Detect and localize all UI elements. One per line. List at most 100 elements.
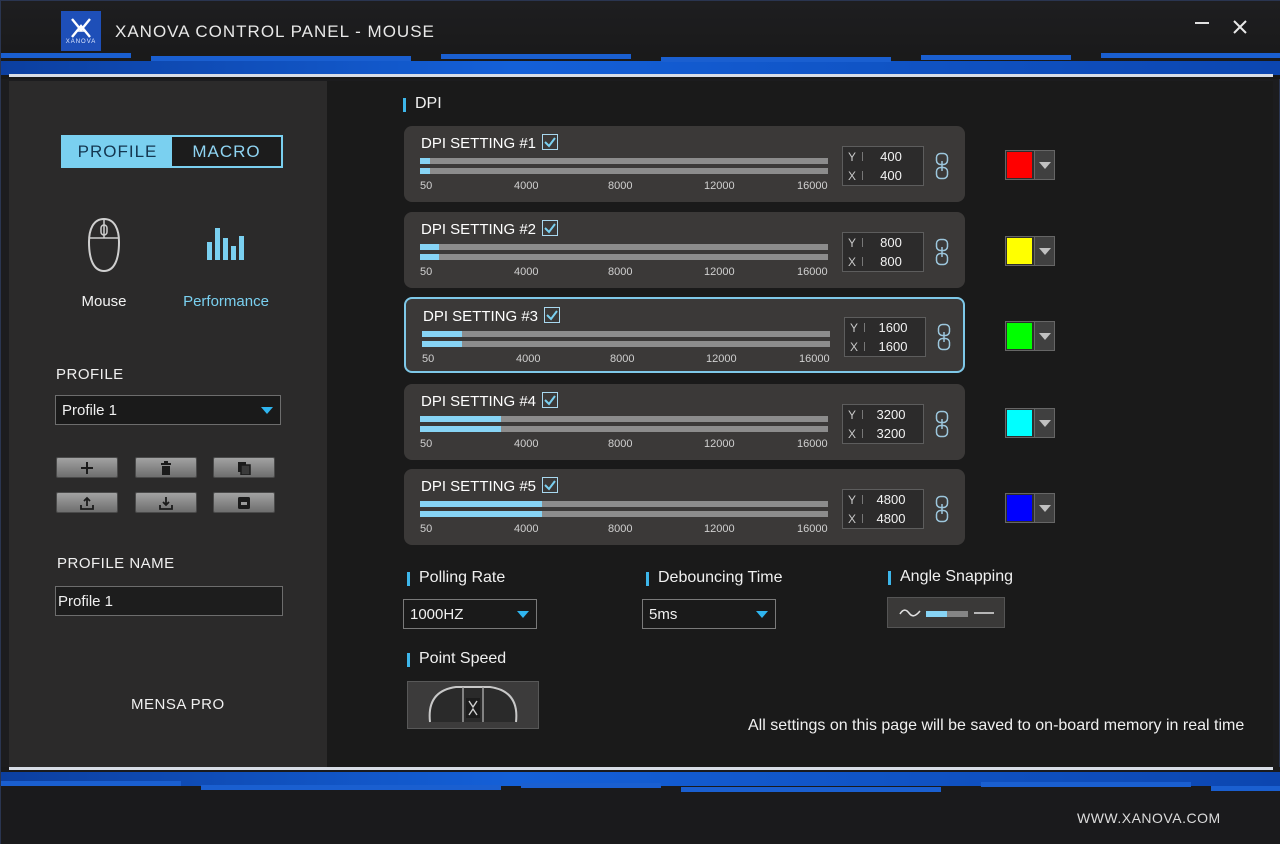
dpi-enable-checkbox[interactable] xyxy=(542,220,558,236)
mode-mouse[interactable]: Mouse xyxy=(49,216,159,310)
save-profile-button[interactable] xyxy=(213,492,275,513)
dpi-x-row[interactable]: X 400 xyxy=(843,166,923,185)
link-xy-icon[interactable] xyxy=(935,410,949,438)
dpi-x-row[interactable]: X 3200 xyxy=(843,424,923,443)
dpi-x-value[interactable]: 400 xyxy=(871,168,911,183)
save-icon xyxy=(238,496,250,509)
dpi-enable-checkbox[interactable] xyxy=(542,134,558,150)
mode-performance[interactable]: Performance xyxy=(171,216,281,310)
mouse-top-icon xyxy=(428,686,518,723)
dpi-enable-checkbox[interactable] xyxy=(542,392,558,408)
link-xy-icon[interactable] xyxy=(935,238,949,266)
dpi-x-row[interactable]: X 4800 xyxy=(843,509,923,528)
point-speed-button[interactable] xyxy=(407,681,539,729)
dpi-y-slider[interactable] xyxy=(420,158,828,164)
link-xy-icon[interactable] xyxy=(937,323,951,351)
dpi-y-value[interactable]: 400 xyxy=(871,149,911,164)
x-axis-label: X xyxy=(848,427,857,441)
dpi-y-value[interactable]: 800 xyxy=(871,235,911,250)
angle-snapping-toggle[interactable] xyxy=(887,597,1005,628)
profile-name-input[interactable] xyxy=(55,586,283,616)
chevron-down-icon xyxy=(1034,494,1054,522)
dpi-x-slider[interactable] xyxy=(420,511,828,517)
chevron-down-icon xyxy=(1034,322,1054,350)
dpi-setting-card[interactable]: DPI SETTING #4 50 4000 8000 12000 16000 Y 3200 X… xyxy=(404,384,965,460)
dpi-y-slider[interactable] xyxy=(422,331,830,337)
chevron-down-icon xyxy=(1034,151,1054,179)
dpi-x-value[interactable]: 1600 xyxy=(873,339,913,354)
dpi-scale-ticks: 50 4000 8000 12000 16000 xyxy=(420,438,836,452)
dpi-y-slider[interactable] xyxy=(420,244,828,250)
debouncing-time-label: Debouncing Time xyxy=(646,569,783,587)
dpi-x-value[interactable]: 800 xyxy=(871,254,911,269)
minimize-button[interactable] xyxy=(1188,13,1216,41)
dpi-enable-checkbox[interactable] xyxy=(542,477,558,493)
dpi-color-picker[interactable] xyxy=(1005,150,1055,180)
dpi-y-row[interactable]: Y 400 xyxy=(843,147,923,166)
dpi-y-slider[interactable] xyxy=(420,501,828,507)
dpi-setting-card[interactable]: DPI SETTING #1 50 4000 8000 12000 16000 Y 400 X 4… xyxy=(404,126,965,202)
close-icon xyxy=(1233,20,1247,34)
dpi-value-box: Y 800 X 800 xyxy=(842,232,924,272)
add-profile-button[interactable] xyxy=(56,457,118,478)
dpi-color-picker[interactable] xyxy=(1005,236,1055,266)
profile-select[interactable]: Profile 1 xyxy=(55,395,281,425)
dpi-tick-label: 4000 xyxy=(514,180,539,192)
dpi-x-row[interactable]: X 800 xyxy=(843,252,923,271)
title-bar: XANOVA XANOVA CONTROL PANEL - MOUSE xyxy=(1,1,1280,79)
dpi-tick-label: 12000 xyxy=(704,180,735,192)
dpi-color-picker[interactable] xyxy=(1005,321,1055,351)
dpi-y-row[interactable]: Y 4800 xyxy=(843,490,923,509)
chevron-down-icon xyxy=(1034,409,1054,437)
dpi-y-slider[interactable] xyxy=(420,416,828,422)
dpi-tick-label: 4000 xyxy=(514,438,539,450)
dpi-tick-label: 12000 xyxy=(704,523,735,535)
debouncing-time-select[interactable]: 5ms xyxy=(642,599,776,629)
dpi-x-slider[interactable] xyxy=(420,426,828,432)
tab-profile[interactable]: PROFILE xyxy=(63,137,172,166)
dpi-x-row[interactable]: X 1600 xyxy=(845,337,925,356)
copy-icon xyxy=(238,461,251,475)
dpi-x-slider[interactable] xyxy=(420,168,828,174)
dpi-tick-label: 12000 xyxy=(704,438,735,450)
export-profile-button[interactable] xyxy=(56,492,118,513)
close-button[interactable] xyxy=(1226,13,1254,41)
dpi-y-row[interactable]: Y 3200 xyxy=(843,405,923,424)
dpi-y-value[interactable]: 1600 xyxy=(873,320,913,335)
link-xy-icon[interactable] xyxy=(935,152,949,180)
website-link[interactable]: WWW.XANOVA.COM xyxy=(1077,810,1221,826)
footer: WWW.XANOVA.COM xyxy=(1,767,1280,844)
debouncing-time-value: 5ms xyxy=(649,605,678,623)
tab-macro[interactable]: MACRO xyxy=(172,137,281,166)
delete-profile-button[interactable] xyxy=(135,457,197,478)
app-title: XANOVA CONTROL PANEL - MOUSE xyxy=(115,22,435,41)
dpi-setting-card[interactable]: DPI SETTING #2 50 4000 8000 12000 16000 Y 800 X 8… xyxy=(404,212,965,288)
dpi-y-value[interactable]: 4800 xyxy=(871,492,911,507)
y-axis-label: Y xyxy=(850,321,859,335)
title-separator xyxy=(9,74,1273,77)
import-profile-button[interactable] xyxy=(135,492,197,513)
dpi-y-row[interactable]: Y 800 xyxy=(843,233,923,252)
dpi-x-value[interactable]: 3200 xyxy=(871,426,911,441)
dpi-color-picker[interactable] xyxy=(1005,493,1055,523)
profile-macro-tabs: PROFILE MACRO xyxy=(61,135,283,168)
polling-rate-value: 1000HZ xyxy=(410,605,464,623)
dpi-tick-label: 50 xyxy=(420,180,433,192)
mode-performance-label: Performance xyxy=(183,293,269,310)
dpi-color-picker[interactable] xyxy=(1005,408,1055,438)
link-xy-icon[interactable] xyxy=(935,495,949,523)
copy-profile-button[interactable] xyxy=(213,457,275,478)
dpi-x-slider[interactable] xyxy=(422,341,830,347)
dpi-tick-label: 4000 xyxy=(516,353,541,365)
dpi-y-value[interactable]: 3200 xyxy=(871,407,911,422)
dpi-x-value[interactable]: 4800 xyxy=(871,511,911,526)
delete-icon xyxy=(161,460,171,475)
dpi-x-slider[interactable] xyxy=(420,254,828,260)
dpi-enable-checkbox[interactable] xyxy=(544,307,560,323)
dpi-setting-card[interactable]: DPI SETTING #3 50 4000 8000 12000 16000 Y 1600 X… xyxy=(404,297,965,373)
polling-rate-select[interactable]: 1000HZ xyxy=(403,599,537,629)
dpi-value-box: Y 400 X 400 xyxy=(842,146,924,186)
dpi-y-row[interactable]: Y 1600 xyxy=(845,318,925,337)
profile-select-value: Profile 1 xyxy=(62,401,118,419)
dpi-setting-card[interactable]: DPI SETTING #5 50 4000 8000 12000 16000 Y 4800 X… xyxy=(404,469,965,545)
